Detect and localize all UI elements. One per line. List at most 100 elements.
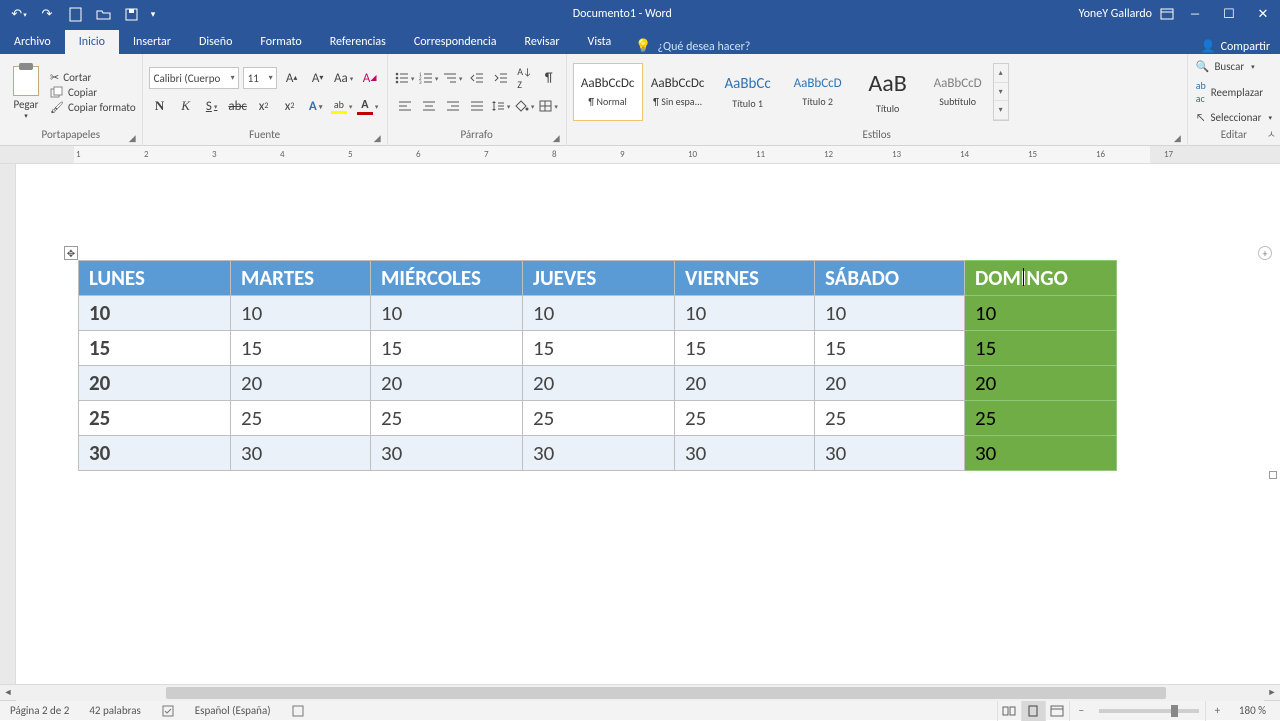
table-header[interactable]: MARTES (231, 261, 371, 296)
save-button[interactable] (118, 2, 144, 26)
spellcheck-button[interactable] (151, 704, 185, 718)
redo-button[interactable]: ↷ (34, 2, 60, 26)
tab-references[interactable]: Referencias (316, 30, 400, 54)
table-header[interactable]: SÁBADO (815, 261, 965, 296)
table-cell[interactable]: 30 (815, 436, 965, 471)
table-cell[interactable]: 10 (79, 296, 231, 331)
table-cell[interactable]: 15 (231, 331, 371, 366)
undo-button[interactable]: ↶▾ (6, 2, 32, 26)
align-right-button[interactable] (442, 95, 464, 117)
clipboard-dialog-launcher[interactable]: ◢ (129, 133, 136, 144)
font-name-combo[interactable]: Calibri (Cuerpo▾ (149, 67, 239, 89)
minimize-button[interactable]: ― (1178, 2, 1212, 26)
table-cell[interactable]: 15 (371, 331, 523, 366)
shrink-font-button[interactable]: A▾ (307, 67, 329, 89)
find-button[interactable]: 🔍Buscar▾ (1194, 58, 1274, 75)
read-mode-button[interactable] (997, 701, 1021, 721)
table-cell[interactable]: 20 (965, 366, 1117, 401)
vertical-ruler[interactable] (0, 164, 16, 684)
table-cell[interactable]: 20 (523, 366, 675, 401)
macro-button[interactable] (281, 704, 315, 718)
decrease-indent-button[interactable] (466, 67, 488, 89)
web-layout-button[interactable] (1045, 701, 1069, 721)
table-header[interactable]: JUEVES (523, 261, 675, 296)
table-cell[interactable]: 15 (815, 331, 965, 366)
style-ttulo[interactable]: AaBTítulo (853, 63, 923, 121)
table-move-handle[interactable]: ✥ (64, 246, 78, 260)
sort-button[interactable]: A↓Z (514, 67, 536, 89)
tab-view[interactable]: Vista (574, 30, 626, 54)
ribbon-display-options[interactable] (1160, 8, 1174, 20)
table-cell[interactable]: 15 (523, 331, 675, 366)
page-indicator[interactable]: Página 2 de 2 (0, 704, 79, 717)
grow-font-button[interactable]: A▴ (281, 67, 303, 89)
zoom-slider[interactable] (1099, 709, 1199, 713)
table-cell[interactable]: 10 (523, 296, 675, 331)
select-button[interactable]: ↖Seleccionar▾ (1194, 109, 1274, 126)
font-size-combo[interactable]: 11▾ (243, 67, 277, 89)
cut-button[interactable]: ✂Cortar (50, 71, 136, 84)
font-color-button[interactable]: A▾ (357, 95, 379, 117)
zoom-out-button[interactable]: − (1069, 701, 1093, 721)
show-marks-button[interactable]: ¶ (538, 67, 560, 89)
close-button[interactable]: ✕ (1246, 2, 1280, 26)
font-dialog-launcher[interactable]: ◢ (374, 133, 381, 144)
table-header[interactable]: DOMINGO (965, 261, 1117, 296)
qat-customize-button[interactable]: ▾ (146, 2, 160, 26)
change-case-button[interactable]: Aa▾ (333, 67, 355, 89)
zoom-level[interactable]: 180 % (1229, 704, 1280, 717)
paste-button[interactable]: Pegar ▾ (6, 64, 46, 120)
tab-layout[interactable]: Formato (246, 30, 315, 54)
share-button[interactable]: 👤 Compartir (1201, 39, 1270, 54)
subscript-button[interactable]: x2 (253, 95, 275, 117)
table-cell[interactable]: 30 (523, 436, 675, 471)
table-header[interactable]: LUNES (79, 261, 231, 296)
table-cell[interactable]: 15 (79, 331, 231, 366)
table-cell[interactable]: 20 (231, 366, 371, 401)
style-subttulo[interactable]: AaBbCcDSubtítulo (923, 63, 993, 121)
table-cell[interactable]: 25 (79, 401, 231, 436)
numbering-button[interactable]: 123▾ (418, 67, 440, 89)
italic-button[interactable]: K (175, 95, 197, 117)
styles-scroll[interactable]: ▴▾▾ (993, 63, 1009, 121)
tab-insert[interactable]: Insertar (119, 30, 185, 54)
style-normal[interactable]: AaBbCcDc¶ Normal (573, 63, 643, 121)
new-doc-button[interactable] (62, 2, 88, 26)
table-cell[interactable]: 10 (675, 296, 815, 331)
multilevel-list-button[interactable]: ▾ (442, 67, 464, 89)
table-header[interactable]: MIÉRCOLES (371, 261, 523, 296)
table-cell[interactable]: 25 (815, 401, 965, 436)
add-column-button[interactable]: + (1258, 246, 1272, 260)
superscript-button[interactable]: x2 (279, 95, 301, 117)
language-indicator[interactable]: Español (España) (185, 704, 281, 717)
table-cell[interactable]: 25 (965, 401, 1117, 436)
scroll-left-button[interactable]: ◄ (0, 685, 16, 701)
line-spacing-button[interactable]: ▾ (490, 95, 512, 117)
tab-home[interactable]: Inicio (65, 30, 119, 54)
tab-mailings[interactable]: Correspondencia (400, 30, 511, 54)
collapse-ribbon-button[interactable]: ㅅ (1267, 126, 1276, 141)
styles-dialog-launcher[interactable]: ◢ (1174, 133, 1181, 144)
table-cell[interactable]: 20 (815, 366, 965, 401)
table-cell[interactable]: 30 (371, 436, 523, 471)
bold-button[interactable]: N (149, 95, 171, 117)
underline-button[interactable]: S▾ (201, 95, 223, 117)
align-center-button[interactable] (418, 95, 440, 117)
style-ttulo1[interactable]: AaBbCcTítulo 1 (713, 63, 783, 121)
table-cell[interactable]: 10 (231, 296, 371, 331)
page-canvas[interactable]: ✥ + LUNESMARTESMIÉRCOLESJUEVESVIERNESSÁB… (16, 164, 1280, 684)
word-count[interactable]: 42 palabras (79, 704, 150, 717)
tab-file[interactable]: Archivo (0, 30, 65, 54)
table-cell[interactable]: 10 (815, 296, 965, 331)
table-cell[interactable]: 30 (231, 436, 371, 471)
table-cell[interactable]: 15 (675, 331, 815, 366)
justify-button[interactable] (466, 95, 488, 117)
text-effects-button[interactable]: A▾ (305, 95, 327, 117)
table-cell[interactable]: 20 (371, 366, 523, 401)
table-header[interactable]: VIERNES (675, 261, 815, 296)
print-layout-button[interactable] (1021, 701, 1045, 721)
table-cell[interactable]: 20 (675, 366, 815, 401)
replace-button[interactable]: abacReemplazar (1194, 77, 1274, 107)
table-cell[interactable]: 25 (371, 401, 523, 436)
table-cell[interactable]: 25 (523, 401, 675, 436)
